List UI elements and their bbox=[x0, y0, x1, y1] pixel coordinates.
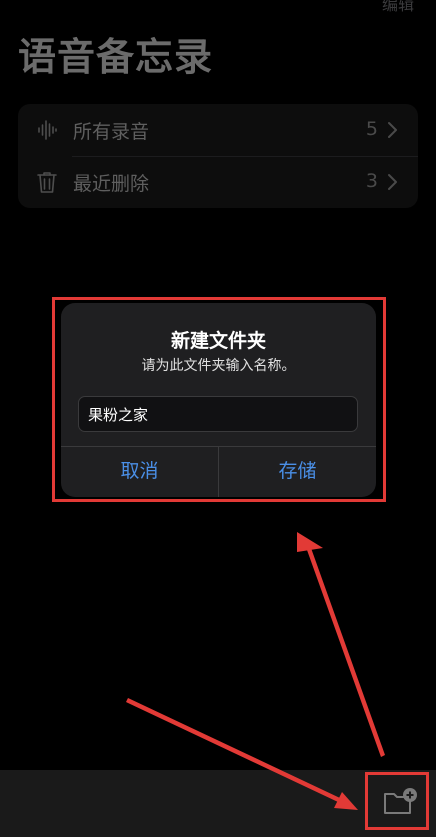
folder-row-count: 5 bbox=[365, 118, 378, 140]
edit-link[interactable]: 编辑 bbox=[382, 0, 414, 15]
trash-icon bbox=[37, 172, 57, 193]
folder-name-input[interactable] bbox=[78, 396, 358, 432]
arrow-up-shaft bbox=[307, 548, 385, 757]
arrow-up-head bbox=[297, 532, 323, 552]
bottom-toolbar bbox=[0, 770, 436, 837]
dialog-message: 请为此文件夹输入名称。 bbox=[141, 358, 296, 374]
folder-list: 所有录音 5 最近删除 3 bbox=[18, 104, 418, 208]
save-button[interactable]: 存储 bbox=[219, 446, 376, 497]
new-folder-icon[interactable] bbox=[382, 787, 418, 817]
new-folder-dialog: 新建文件夹 请为此文件夹输入名称。 取消 存储 bbox=[61, 303, 376, 497]
cancel-button[interactable]: 取消 bbox=[61, 446, 218, 497]
page-title: 语音备忘录 bbox=[18, 35, 214, 79]
chevron-right-icon bbox=[388, 174, 397, 190]
folder-row-all-recordings[interactable]: 所有录音 5 bbox=[18, 104, 418, 156]
folder-row-count: 3 bbox=[365, 170, 378, 192]
waveform-icon bbox=[38, 120, 57, 140]
dialog-title: 新建文件夹 bbox=[170, 330, 266, 352]
chevron-right-icon bbox=[388, 122, 397, 138]
folder-row-label: 最近删除 bbox=[73, 173, 150, 195]
folder-row-label: 所有录音 bbox=[73, 121, 150, 143]
folder-row-recently-deleted[interactable]: 最近删除 3 bbox=[18, 156, 418, 208]
